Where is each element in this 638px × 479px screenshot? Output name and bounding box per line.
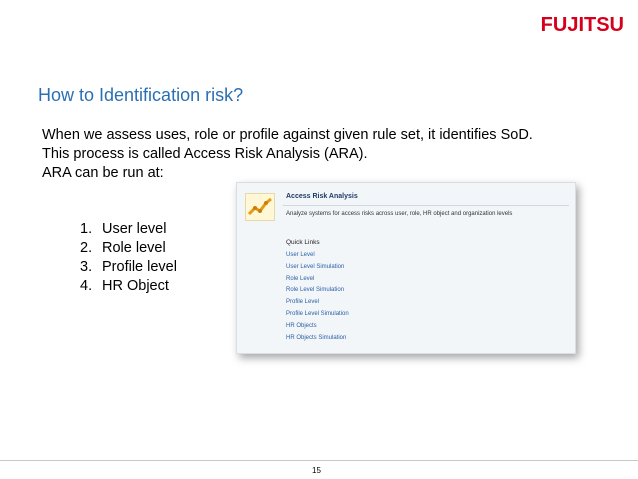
list-item-label: Profile level bbox=[102, 259, 177, 275]
list-number: 2. bbox=[80, 240, 93, 256]
panel-description: Analyze systems for access risks across … bbox=[286, 211, 513, 217]
list-number: 4. bbox=[80, 278, 93, 294]
quick-links-label: Quick Links bbox=[286, 239, 320, 246]
quick-links-list: User Level User Level Simulation Role Le… bbox=[286, 250, 349, 344]
paragraph-line: When we assess uses, role or profile aga… bbox=[42, 127, 533, 143]
paragraph-line: This process is called Access Risk Analy… bbox=[42, 146, 368, 162]
slide-title: How to Identification risk? bbox=[38, 85, 244, 105]
ara-levels-list: 1. User level 2. Role level 3. Profile leve… bbox=[80, 220, 177, 296]
link-profile-level[interactable]: Profile Level bbox=[286, 297, 349, 309]
list-number: 3. bbox=[80, 259, 93, 275]
list-number: 1. bbox=[80, 221, 93, 237]
footer-divider bbox=[0, 460, 638, 461]
fujitsu-logo-text: FUJITSU bbox=[540, 14, 624, 36]
slide-paragraph: When we assess uses, role or profile aga… bbox=[42, 126, 533, 183]
ara-screenshot-panel: Access Risk Analysis Analyze systems for… bbox=[236, 182, 576, 354]
link-hr-objects-simulation[interactable]: HR Objects Simulation bbox=[286, 333, 349, 345]
list-item: 2. Role level bbox=[80, 239, 177, 258]
list-item-label: HR Object bbox=[102, 278, 169, 294]
trend-chart-icon bbox=[245, 193, 275, 221]
fujitsu-logo: FUJITSU bbox=[541, 14, 624, 37]
list-item-label: Role level bbox=[102, 240, 166, 256]
link-profile-level-simulation[interactable]: Profile Level Simulation bbox=[286, 309, 349, 321]
list-item: 4. HR Object bbox=[80, 277, 177, 296]
paragraph-line: ARA can be run at: bbox=[42, 165, 164, 181]
divider bbox=[283, 205, 569, 206]
link-role-level-simulation[interactable]: Role Level Simulation bbox=[286, 285, 349, 297]
page-number: 15 bbox=[312, 466, 321, 475]
link-user-level-simulation[interactable]: User Level Simulation bbox=[286, 262, 349, 274]
list-item-label: User level bbox=[102, 221, 167, 237]
panel-heading: Access Risk Analysis bbox=[286, 193, 358, 200]
link-hr-objects[interactable]: HR Objects bbox=[286, 321, 349, 333]
link-role-level[interactable]: Role Level bbox=[286, 274, 349, 286]
link-user-level[interactable]: User Level bbox=[286, 250, 349, 262]
list-item: 1. User level bbox=[80, 220, 177, 239]
list-item: 3. Profile level bbox=[80, 258, 177, 277]
